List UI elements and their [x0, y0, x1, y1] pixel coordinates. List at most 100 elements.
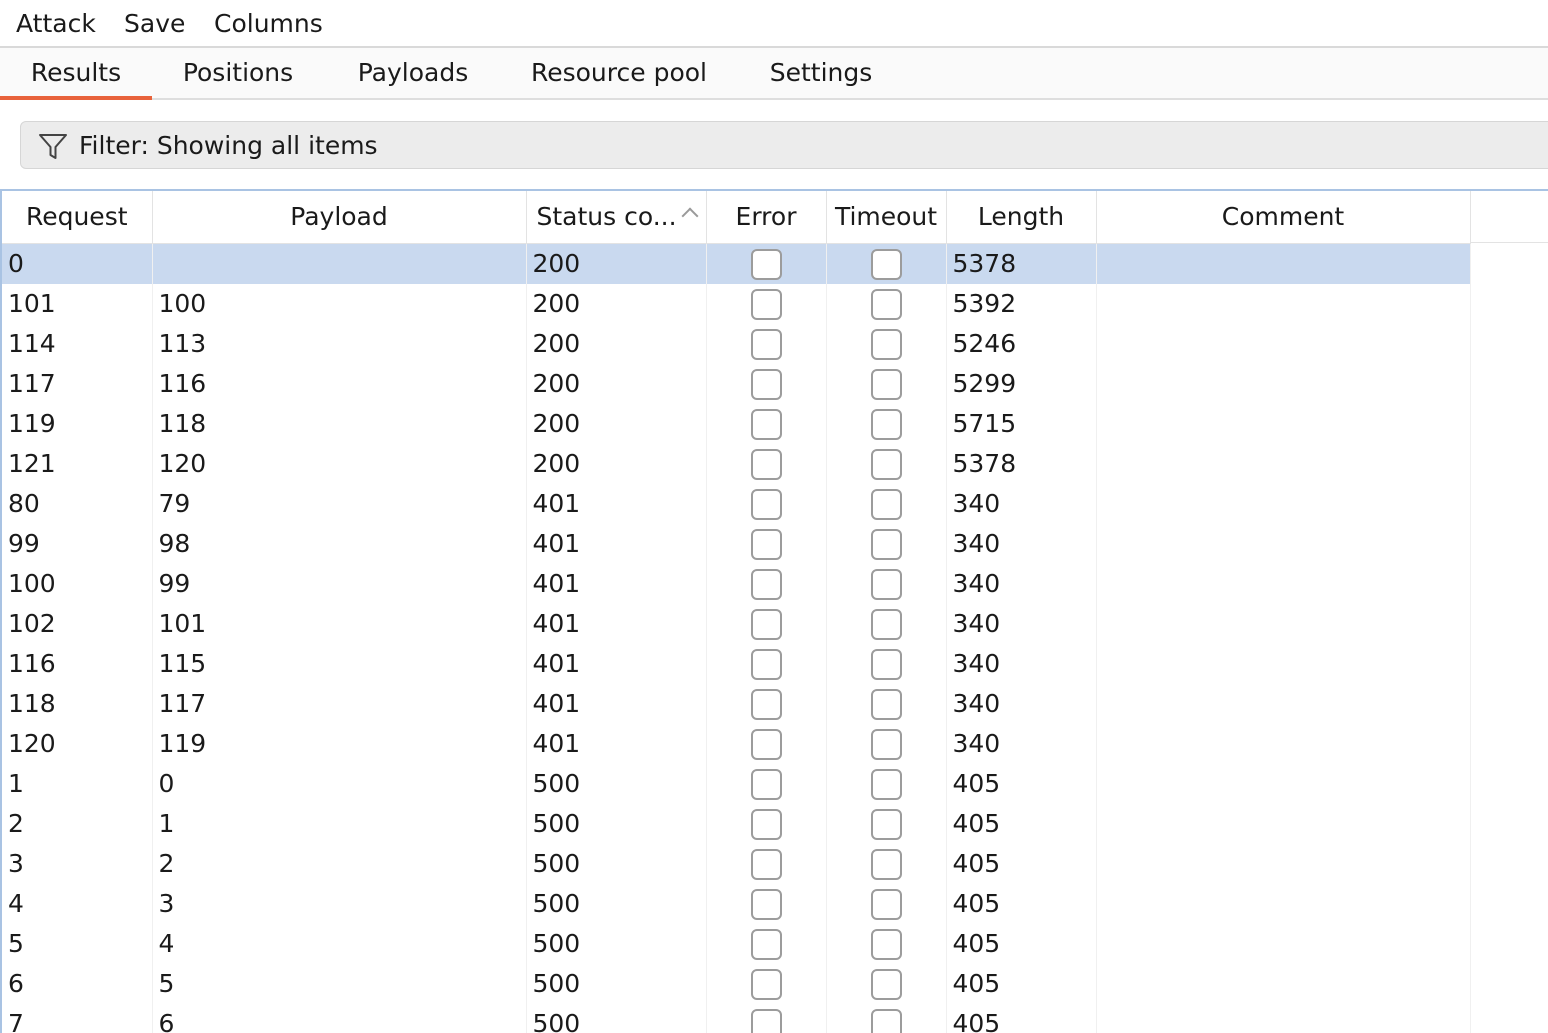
timeout-checkbox[interactable]	[870, 369, 902, 400]
menu-attack[interactable]: Attack	[16, 8, 96, 40]
error-checkbox[interactable]	[750, 689, 782, 720]
sort-ascending-icon	[681, 207, 698, 225]
timeout-cell	[826, 963, 947, 1004]
table-row[interactable]: 119 118 200 5715	[2, 403, 1471, 444]
table-row[interactable]: 116 115 401 340	[2, 643, 1471, 684]
table-row[interactable]: 120 119 401 340	[2, 723, 1471, 764]
menu-columns[interactable]: Columns	[214, 8, 323, 40]
timeout-checkbox[interactable]	[870, 609, 902, 640]
error-checkbox[interactable]	[750, 329, 782, 360]
table-row[interactable]: 101 100 200 5392	[2, 283, 1471, 324]
error-checkbox[interactable]	[750, 649, 782, 680]
error-checkbox[interactable]	[750, 249, 782, 280]
column-header-request[interactable]: Request	[2, 191, 153, 244]
timeout-checkbox[interactable]	[870, 569, 902, 600]
column-header-payload[interactable]: Payload	[152, 191, 527, 244]
timeout-checkbox[interactable]	[870, 329, 902, 360]
table-row[interactable]: 5 4 500 405	[2, 923, 1471, 964]
table-row[interactable]: 102 101 401 340	[2, 603, 1471, 644]
table-row[interactable]: 4 3 500 405	[2, 883, 1471, 924]
table-row[interactable]: 3 2 500 405	[2, 843, 1471, 884]
tab-bar: Results Positions Payloads Resource pool…	[0, 48, 1548, 100]
table-row[interactable]: 2 1 500 405	[2, 803, 1471, 844]
timeout-checkbox[interactable]	[870, 449, 902, 480]
tab-resource-pool[interactable]: Resource pool	[520, 48, 718, 98]
tab-settings[interactable]: Settings	[760, 48, 882, 98]
error-checkbox[interactable]	[750, 849, 782, 880]
timeout-checkbox[interactable]	[870, 729, 902, 760]
filter-funnel-icon	[39, 134, 67, 159]
table-row[interactable]: 121 120 200 5378	[2, 443, 1471, 484]
tab-payloads[interactable]: Payloads	[340, 48, 486, 98]
error-cell	[706, 963, 827, 1004]
error-checkbox[interactable]	[750, 609, 782, 640]
tab-positions[interactable]: Positions	[160, 48, 316, 98]
timeout-checkbox[interactable]	[870, 889, 902, 920]
table-row[interactable]: 100 99 401 340	[2, 563, 1471, 604]
menu-save[interactable]: Save	[124, 8, 185, 40]
table-row[interactable]: 80 79 401 340	[2, 483, 1471, 524]
error-checkbox[interactable]	[750, 889, 782, 920]
error-checkbox[interactable]	[750, 449, 782, 480]
error-checkbox[interactable]	[750, 1009, 782, 1033]
timeout-checkbox[interactable]	[870, 1009, 902, 1033]
cell-status-code: 500	[526, 763, 707, 804]
timeout-checkbox[interactable]	[870, 249, 902, 280]
cell-length: 340	[946, 483, 1097, 524]
error-checkbox[interactable]	[750, 769, 782, 800]
table-row[interactable]: 117 116 200 5299	[2, 363, 1471, 404]
cell-payload	[152, 243, 527, 284]
error-cell	[706, 1003, 827, 1033]
error-cell	[706, 563, 827, 604]
timeout-cell	[826, 923, 947, 964]
filter-bar[interactable]: Filter: Showing all items	[20, 121, 1548, 169]
timeout-checkbox[interactable]	[870, 849, 902, 880]
error-checkbox[interactable]	[750, 569, 782, 600]
timeout-checkbox[interactable]	[870, 689, 902, 720]
cell-status-code: 401	[526, 563, 707, 604]
tab-results[interactable]: Results	[0, 48, 152, 100]
error-checkbox[interactable]	[750, 809, 782, 840]
error-cell	[706, 603, 827, 644]
cell-status-code: 500	[526, 923, 707, 964]
menu-bar: Attack Save Columns	[0, 0, 1548, 48]
table-row[interactable]: 114 113 200 5246	[2, 323, 1471, 364]
cell-payload: 99	[152, 563, 527, 604]
timeout-checkbox[interactable]	[870, 929, 902, 960]
column-header-length[interactable]: Length	[946, 191, 1097, 244]
error-checkbox[interactable]	[750, 409, 782, 440]
timeout-cell	[826, 603, 947, 644]
cell-length: 5715	[946, 403, 1097, 444]
cell-length: 405	[946, 923, 1097, 964]
timeout-checkbox[interactable]	[870, 649, 902, 680]
timeout-checkbox[interactable]	[870, 289, 902, 320]
timeout-checkbox[interactable]	[870, 769, 902, 800]
column-header-timeout[interactable]: Timeout	[826, 191, 947, 244]
table-row[interactable]: 1 0 500 405	[2, 763, 1471, 804]
table-row[interactable]: 0 200 5378	[2, 243, 1471, 284]
error-checkbox[interactable]	[750, 969, 782, 1000]
timeout-checkbox[interactable]	[870, 489, 902, 520]
table-row[interactable]: 99 98 401 340	[2, 523, 1471, 564]
cell-length: 405	[946, 883, 1097, 924]
cell-length: 405	[946, 843, 1097, 884]
cell-payload: 117	[152, 683, 527, 724]
error-checkbox[interactable]	[750, 489, 782, 520]
table-row[interactable]: 6 5 500 405	[2, 963, 1471, 1004]
timeout-checkbox[interactable]	[870, 529, 902, 560]
error-checkbox[interactable]	[750, 369, 782, 400]
cell-request: 1	[2, 763, 153, 804]
table-row[interactable]: 118 117 401 340	[2, 683, 1471, 724]
table-row[interactable]: 7 6 500 405	[2, 1003, 1471, 1033]
column-header-comment[interactable]: Comment	[1096, 191, 1471, 244]
error-checkbox[interactable]	[750, 729, 782, 760]
column-header-status-code[interactable]: Status co...	[526, 191, 707, 244]
column-header-error[interactable]: Error	[706, 191, 827, 244]
timeout-checkbox[interactable]	[870, 969, 902, 1000]
cell-request: 114	[2, 323, 153, 364]
error-checkbox[interactable]	[750, 929, 782, 960]
error-checkbox[interactable]	[750, 289, 782, 320]
timeout-checkbox[interactable]	[870, 409, 902, 440]
timeout-checkbox[interactable]	[870, 809, 902, 840]
error-checkbox[interactable]	[750, 529, 782, 560]
